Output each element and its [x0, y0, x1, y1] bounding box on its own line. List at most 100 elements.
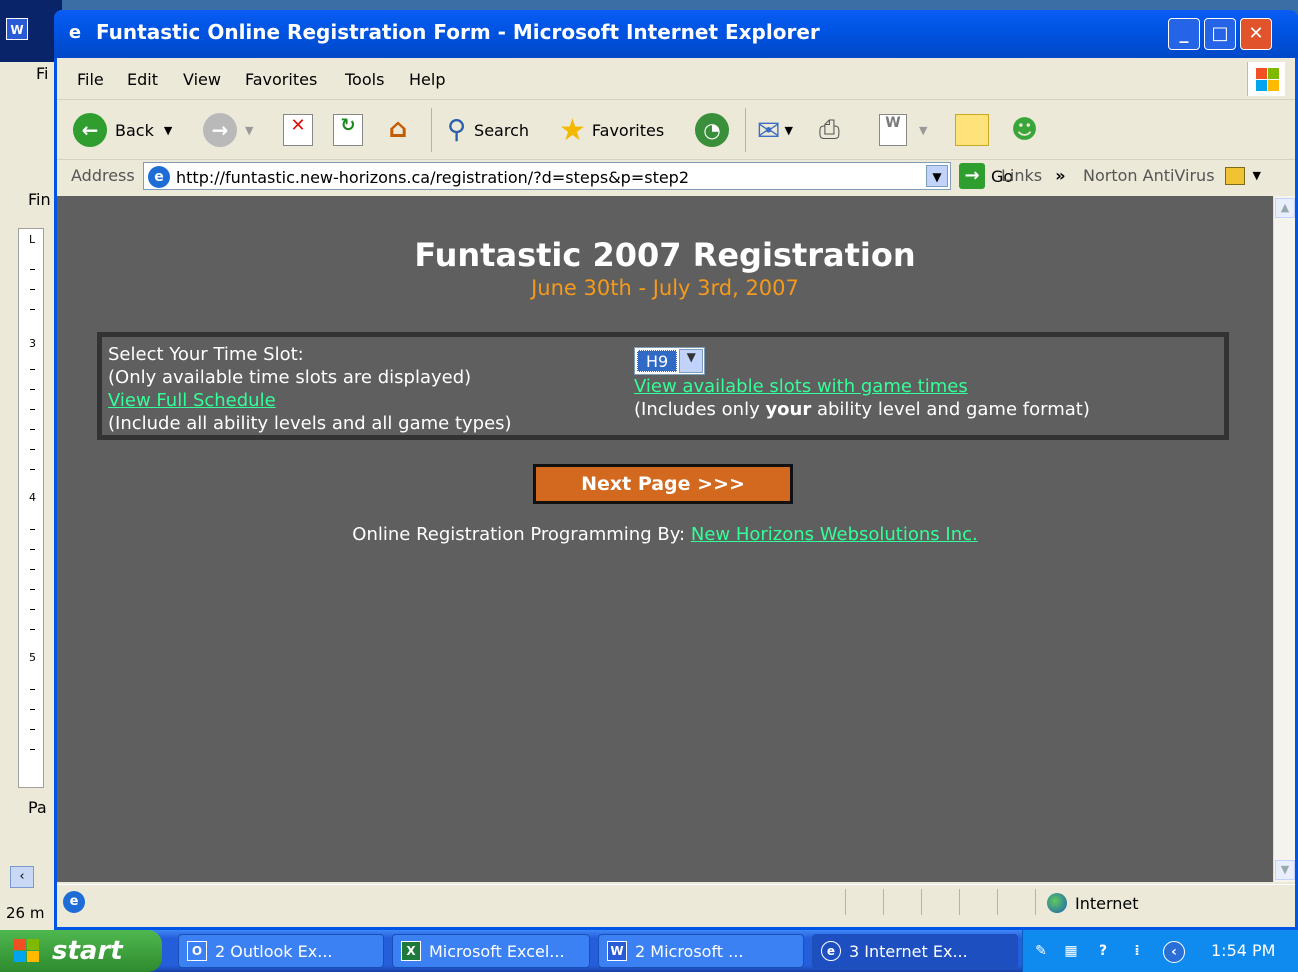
new-horizons-link[interactable]: New Horizons Websolutions Inc. [691, 524, 978, 545]
word-scroll-left-icon[interactable]: ‹ [10, 866, 34, 888]
taskbar-item-word[interactable]: W 2 Microsoft ... [598, 934, 804, 968]
norton-antivirus-toolbar[interactable]: Norton AntiVirus ▼ [1083, 166, 1261, 185]
time-slot-panel: Select Your Time Slot: (Only available t… [97, 332, 1229, 440]
window-title: Funtastic Online Registration Form - Mic… [96, 20, 820, 44]
page-content: Funtastic 2007 Registration June 30th - … [57, 196, 1273, 882]
available-note-suffix: ability level and game format) [811, 399, 1090, 420]
search-button[interactable]: ⚲ Search [447, 112, 529, 148]
background-word-window[interactable]: W Fi Fin L 3 4 5 Pa ‹ 26 m [0, 0, 62, 930]
word-edit-icon: W [879, 114, 907, 146]
outlook-icon: O [187, 941, 207, 961]
view-full-schedule-link[interactable]: View Full Schedule [108, 389, 512, 412]
forward-button[interactable]: → ▼ [203, 112, 253, 148]
history-button[interactable]: ◔ [695, 112, 729, 148]
stop-button[interactable]: ✕ [283, 112, 313, 148]
discuss-button[interactable] [955, 112, 989, 148]
ie-window: e Funtastic Online Registration Form - M… [54, 10, 1298, 930]
go-arrow-icon: → [959, 163, 985, 189]
edit-dropdown-icon[interactable]: ▼ [919, 124, 927, 137]
time-slot-selected-value[interactable]: H9 [637, 350, 678, 372]
time-slot-select[interactable]: H9 ▼ [634, 347, 706, 375]
ruler-mark: L [29, 233, 36, 246]
start-button[interactable]: start [0, 930, 162, 972]
edit-word-button[interactable]: W ▼ [879, 112, 927, 148]
word-title-bar[interactable]: W [0, 0, 62, 62]
menu-view[interactable]: View [183, 70, 221, 89]
taskbar-item-label: 2 Microsoft ... [635, 941, 744, 961]
tray-pen-icon[interactable]: ✎ [1031, 941, 1051, 961]
standard-toolbar: ← Back ▼ → ▼ ✕ ↻ ⌂ ⚲ Search ★ Favorites … [57, 100, 1295, 160]
status-page-icon: e [63, 891, 85, 913]
refresh-icon: ↻ [333, 114, 363, 146]
next-page-button[interactable]: Next Page >>> [533, 464, 793, 504]
address-url[interactable]: http://funtastic.new-horizons.ca/registr… [176, 168, 689, 187]
menu-help[interactable]: Help [409, 70, 445, 89]
refresh-button[interactable]: ↻ [333, 112, 363, 148]
home-icon: ⌂ [388, 114, 408, 144]
word-icon: W [6, 18, 28, 40]
globe-icon [1047, 893, 1067, 913]
ie-icon: e [821, 941, 841, 961]
mail-button[interactable]: ✉ ▼ [757, 112, 793, 148]
links-label: Links [1001, 166, 1043, 185]
windows-flag-icon [14, 939, 40, 963]
norton-dropdown-icon[interactable]: ▼ [1253, 169, 1261, 182]
taskbar-item-label: 2 Outlook Ex... [215, 941, 333, 961]
vertical-scrollbar[interactable]: ▲ ▼ [1273, 196, 1295, 882]
links-chevron-icon[interactable]: » [1055, 166, 1065, 185]
tray-language-icon[interactable]: ▦ [1061, 941, 1081, 961]
tray-collapse-icon[interactable]: ‹ [1163, 941, 1185, 963]
tray-help-icon[interactable]: ? [1093, 941, 1113, 961]
ruler-mark: 4 [29, 491, 36, 504]
maximize-button[interactable]: □ [1204, 18, 1236, 50]
menu-tools[interactable]: Tools [345, 70, 384, 89]
system-tray: ✎ ▦ ? ⁞ ‹ 1:54 PM [1022, 930, 1298, 972]
status-bar: e Internet [57, 884, 1295, 920]
back-dropdown-icon[interactable]: ▼ [164, 124, 172, 137]
word-find-label: Fin [28, 190, 51, 209]
back-label: Back [115, 120, 154, 140]
excel-icon: X [401, 941, 421, 961]
minimize-button[interactable]: _ [1168, 18, 1200, 50]
search-label: Search [474, 120, 530, 140]
view-available-slots-link[interactable]: View available slots with game times [634, 375, 1090, 398]
start-label: start [52, 936, 123, 966]
address-dropdown-icon[interactable]: ▼ [926, 165, 948, 187]
ie-logo-icon: e [68, 22, 82, 43]
back-button[interactable]: ← Back ▼ [73, 112, 172, 148]
chevron-down-icon[interactable]: ▼ [679, 349, 704, 373]
favorites-label: Favorites [591, 120, 665, 140]
address-input[interactable]: e http://funtastic.new-horizons.ca/regis… [143, 162, 951, 190]
forward-dropdown-icon[interactable]: ▼ [245, 124, 253, 137]
scroll-down-icon[interactable]: ▼ [1275, 860, 1295, 880]
page-ie-icon: e [148, 166, 170, 188]
scroll-up-icon[interactable]: ▲ [1275, 198, 1295, 218]
menu-file[interactable]: File [77, 70, 104, 89]
messenger-button[interactable]: ☻ [1011, 112, 1038, 148]
home-button[interactable]: ⌂ [383, 112, 413, 148]
forward-arrow-icon: → [203, 113, 237, 147]
taskbar-item-excel[interactable]: X Microsoft Excel... [392, 934, 590, 968]
word-menu-file[interactable]: Fi [36, 64, 48, 83]
available-note-prefix: (Includes only [634, 399, 766, 420]
menu-edit[interactable]: Edit [127, 70, 158, 89]
print-button[interactable]: ⎙ [819, 112, 840, 148]
taskbar-item-internet-explorer[interactable]: e 3 Internet Ex... [812, 934, 1018, 968]
mail-dropdown-icon[interactable]: ▼ [784, 124, 792, 137]
word-vertical-ruler: L 3 4 5 [18, 228, 44, 788]
menu-favorites[interactable]: Favorites [245, 70, 317, 89]
links-button[interactable]: Links » [1001, 166, 1066, 185]
favorites-button[interactable]: ★ Favorites [559, 112, 664, 148]
time-slot-controls: H9 ▼ View available slots with game time… [634, 347, 1090, 421]
back-arrow-icon: ← [73, 113, 107, 147]
time-slot-note: (Only available time slots are displayed… [108, 367, 472, 388]
title-bar[interactable]: e Funtastic Online Registration Form - M… [54, 10, 1298, 58]
word-page-label: Pa [28, 798, 47, 817]
credit-prefix: Online Registration Programming By: [352, 524, 691, 545]
printer-icon: ⎙ [819, 114, 840, 145]
security-zone-label: Internet [1075, 893, 1139, 913]
taskbar-item-outlook[interactable]: O 2 Outlook Ex... [178, 934, 384, 968]
close-button[interactable]: ✕ [1240, 18, 1272, 50]
tray-settings-icon[interactable]: ⁞ [1127, 941, 1147, 961]
taskbar: start O 2 Outlook Ex... X Microsoft Exce… [0, 930, 1298, 972]
